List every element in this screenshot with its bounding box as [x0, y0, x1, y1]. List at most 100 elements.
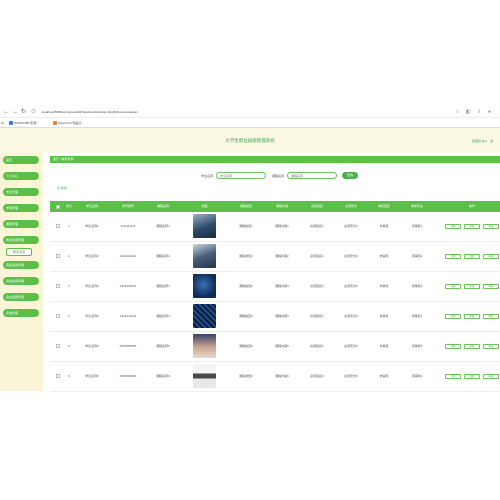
- cell-student-name: 学生名称5: [85, 344, 99, 348]
- cover-image[interactable]: [193, 214, 216, 238]
- cell-review-reply: 未审核: [379, 314, 389, 318]
- col-review-reply: 审核回复: [377, 204, 390, 208]
- add-button[interactable]: ⊕ 新增: [57, 186, 67, 190]
- download-icon[interactable]: ⇩: [477, 109, 481, 115]
- sidebar-item-resources[interactable]: 教学资源管理: [3, 236, 39, 244]
- detail-button[interactable]: 详情: [445, 224, 461, 229]
- table-row: 4 学生名称4 4444444444 课程名称4 课程类型4 课程内容4 资源链…: [50, 302, 500, 332]
- detail-button[interactable]: 详情: [445, 344, 461, 349]
- row-checkbox[interactable]: [56, 224, 60, 228]
- review-button[interactable]: 审核: [483, 254, 499, 259]
- sidebar: 首页 个人中心 学生管理 学院管理 课程管理 教学资源管理 教学资源 实践活动管…: [0, 153, 43, 391]
- edit-button[interactable]: 修改: [464, 344, 480, 349]
- cell-student-name: 学生名称2: [85, 254, 99, 258]
- cell-review-status: 待审核2: [411, 254, 423, 258]
- row-checkbox[interactable]: [56, 344, 60, 348]
- edit-button[interactable]: 修改: [464, 314, 480, 319]
- cell-index: 2: [68, 254, 70, 258]
- back-icon[interactable]: ←: [3, 109, 9, 116]
- review-button[interactable]: 审核: [483, 374, 499, 379]
- row-checkbox[interactable]: [56, 314, 60, 318]
- cell-index: 4: [68, 314, 70, 318]
- cover-image[interactable]: [193, 274, 216, 298]
- site-info-icon[interactable]: ⊙: [31, 109, 36, 116]
- sidebar-subitem-resources[interactable]: 教学资源: [6, 248, 32, 256]
- col-course-type: 课程类型: [239, 204, 252, 208]
- review-button[interactable]: 审核: [483, 314, 499, 319]
- cell-review-reply: 未审核: [379, 224, 389, 228]
- select-all-checkbox[interactable]: [56, 205, 60, 209]
- sidebar-item-home[interactable]: 首页: [3, 156, 39, 164]
- cell-review-reply: 未审核: [379, 284, 389, 288]
- student-name-input[interactable]: [216, 172, 266, 179]
- table-row: 2 学生名称2 2222222222 课程名称2 课程类型2 课程内容2 资源链…: [50, 242, 500, 272]
- cell-resource-form: 资源形式3: [344, 284, 358, 288]
- breadcrumb-home[interactable]: 首页: [53, 157, 59, 161]
- cell-resource-link: 资源链接5: [310, 344, 324, 348]
- cell-course-type: 课程类型2: [239, 254, 253, 258]
- bookmark-2[interactable]: SuperC16 作品分...: [53, 121, 84, 126]
- reload-icon[interactable]: ↻: [21, 109, 26, 116]
- cell-resource-link: 资源链接1: [310, 224, 324, 228]
- logout-link[interactable]: 退: [490, 139, 493, 143]
- sidebar-item-colleges[interactable]: 学院管理: [3, 204, 39, 212]
- cell-course-content: 课程内容4: [275, 314, 289, 318]
- cover-image[interactable]: [193, 364, 216, 388]
- detail-button[interactable]: 详情: [445, 284, 461, 289]
- review-button[interactable]: 审核: [483, 344, 499, 349]
- search-label-student: 学生名称: [201, 174, 214, 178]
- star-icon[interactable]: ☆: [455, 109, 459, 115]
- forward-icon[interactable]: →: [12, 109, 18, 116]
- bookmark-1[interactable]: SSSPC2B1 影视...: [9, 121, 39, 126]
- detail-button[interactable]: 详情: [445, 314, 461, 319]
- edit-button[interactable]: 修改: [464, 254, 480, 259]
- review-button[interactable]: 审核: [483, 224, 499, 229]
- cell-course-type: 课程类型5: [239, 344, 253, 348]
- address-bar[interactable]: localhost:8080/springboot4d37b/admin/dis…: [42, 110, 138, 114]
- search-button[interactable]: 查询: [342, 172, 358, 179]
- edit-button[interactable]: 修改: [464, 284, 480, 289]
- cell-course-type: 课程类型3: [239, 284, 253, 288]
- cover-image[interactable]: [193, 244, 216, 268]
- row-checkbox[interactable]: [56, 254, 60, 258]
- cell-review-status: 待审核4: [411, 314, 423, 318]
- col-review-status: 审核状态: [410, 204, 423, 208]
- cell-course-content: 课程内容5: [275, 344, 289, 348]
- detail-button[interactable]: 详情: [445, 374, 461, 379]
- bookmark-favicon-icon: [53, 121, 57, 126]
- cell-resource-form: 资源形式1: [344, 224, 358, 228]
- sidebar-item-system[interactable]: 系统管理: [3, 309, 39, 317]
- review-button[interactable]: 审核: [483, 284, 499, 289]
- profile-icon[interactable]: ●: [488, 109, 491, 115]
- edit-button[interactable]: 修改: [464, 374, 480, 379]
- sidebar-item-students[interactable]: 学生管理: [3, 188, 39, 196]
- cell-course-content: 课程内容6: [275, 374, 289, 378]
- sidebar-item-career[interactable]: 就业指导管理: [3, 277, 39, 285]
- breadcrumb: 首页 / 教学资源: [50, 156, 500, 163]
- extensions-icon[interactable]: ◧: [466, 109, 471, 115]
- sidebar-item-recruit[interactable]: 企业招聘管理: [3, 293, 39, 301]
- cell-course-name: 课程名称6: [156, 374, 170, 378]
- cover-image[interactable]: [193, 334, 216, 358]
- col-operations: 操作: [468, 204, 475, 208]
- apps-icon[interactable]: ⊞: [1, 121, 4, 125]
- cell-student-name: 学生名称4: [85, 314, 99, 318]
- browser-toolbar: ← → ↻ ⊙ localhost:8080/springboot4d37b/a…: [0, 108, 500, 118]
- detail-button[interactable]: 详情: [445, 254, 461, 259]
- col-course-name: 课程名称: [156, 204, 169, 208]
- sidebar-item-practice[interactable]: 实践活动管理: [3, 261, 39, 269]
- cell-index: 6: [68, 374, 70, 378]
- cell-resource-link: 资源链接6: [310, 374, 324, 378]
- cover-image[interactable]: [193, 304, 216, 328]
- sidebar-item-courses[interactable]: 课程管理: [3, 220, 39, 228]
- col-index: 索引: [65, 204, 72, 208]
- edit-button[interactable]: 修改: [464, 224, 480, 229]
- cell-resource-form: 资源形式6: [344, 374, 358, 378]
- sidebar-item-profile[interactable]: 个人中心: [3, 172, 39, 180]
- course-name-input[interactable]: [287, 172, 337, 179]
- row-checkbox[interactable]: [56, 284, 60, 288]
- table-row: 3 学生名称3 3333333333 课程名称3 课程类型3 课程内容3 资源链…: [50, 272, 500, 302]
- cell-review-reply: 未审核: [379, 374, 389, 378]
- row-checkbox[interactable]: [56, 374, 60, 378]
- cell-review-status: 待审核6: [411, 374, 423, 378]
